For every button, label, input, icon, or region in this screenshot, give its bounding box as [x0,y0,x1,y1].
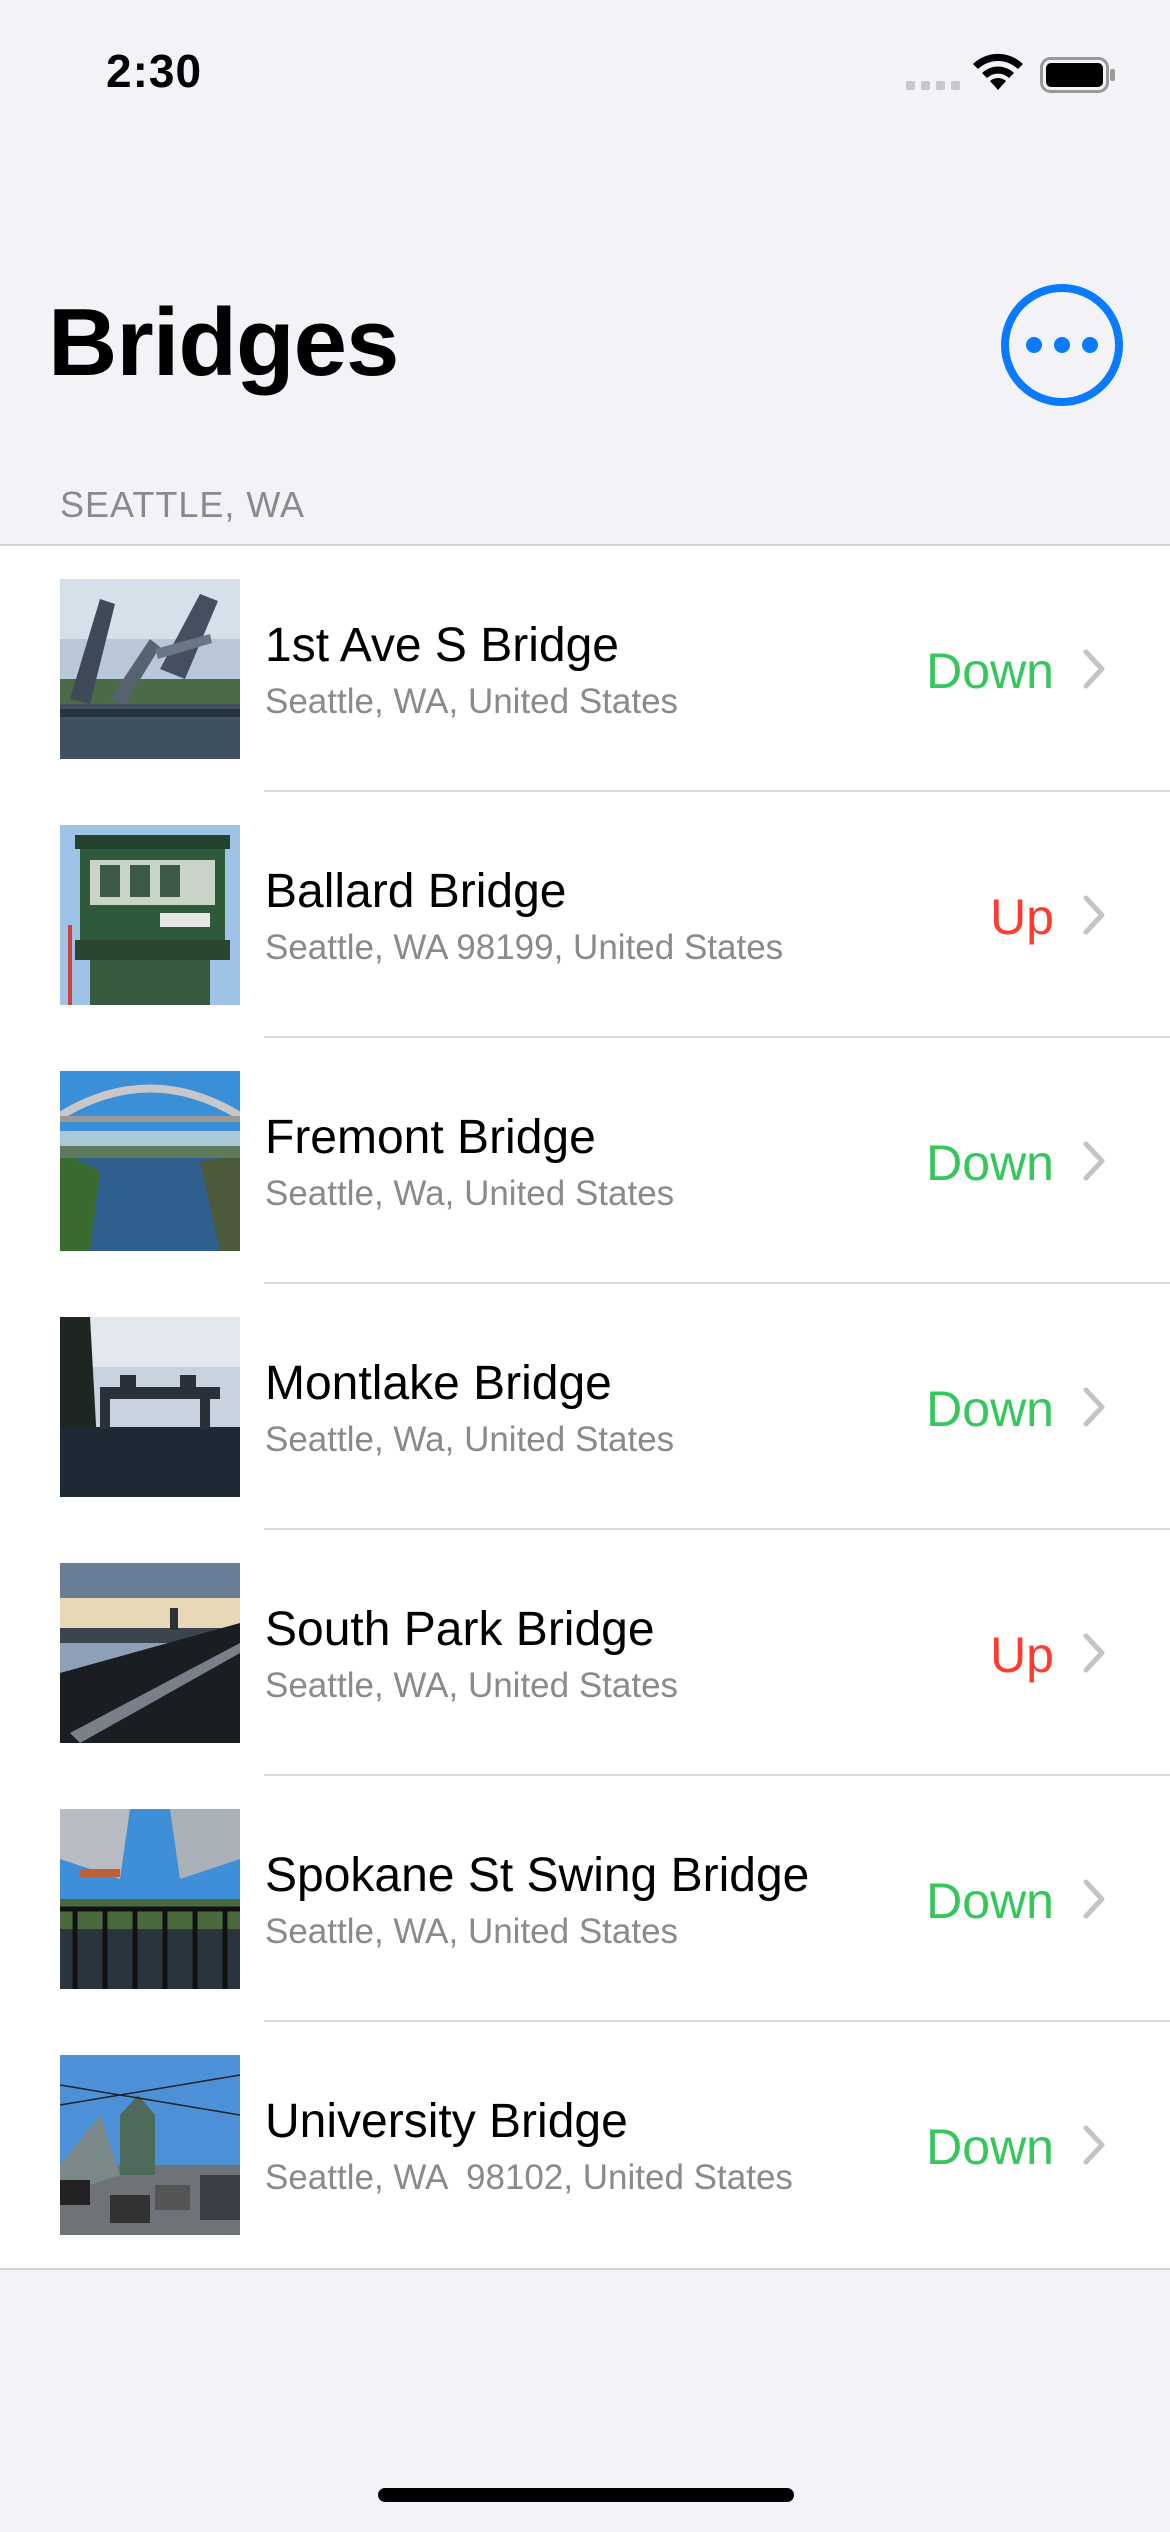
battery-icon [1040,57,1115,93]
bridge-location: Seattle, Wa, United States [265,1174,675,1213]
bridge-thumbnail [60,579,240,759]
bridge-thumbnail [60,2055,240,2235]
section-header: SEATTLE, WA [60,484,306,525]
bridge-row[interactable]: Ballard Bridge Seattle, WA 98199, United… [0,792,1170,1038]
bridge-name: Montlake Bridge [265,1357,612,1410]
bridge-row[interactable]: Montlake Bridge Seattle, Wa, United Stat… [0,1284,1170,1530]
bridge-status: Up [990,1627,1054,1683]
bridge-row[interactable]: University Bridge Seattle, WA 98102, Uni… [0,2022,1170,2268]
chevron-right-icon [1083,1387,1105,1427]
bridge-name: 1st Ave S Bridge [265,619,619,672]
bridge-location: Seattle, WA, United States [265,1912,679,1951]
bridge-list: 1st Ave S Bridge Seattle, WA, United Sta… [0,544,1170,2270]
page-title: Bridges [48,289,399,396]
bridge-status: Down [926,643,1054,699]
bridge-thumbnail [60,1809,240,1989]
bridge-name: Spokane St Swing Bridge [265,1849,810,1902]
bridge-location: Seattle, Wa, United States [265,1420,675,1459]
bridge-row[interactable]: Fremont Bridge Seattle, Wa, United State… [0,1038,1170,1284]
more-options-button[interactable] [1001,284,1123,406]
bridge-location: Seattle, WA 98102, United States [265,2158,793,2197]
bridge-status: Up [990,889,1054,945]
bridge-row[interactable]: Spokane St Swing Bridge Seattle, WA, Uni… [0,1776,1170,2022]
bridge-row[interactable]: South Park Bridge Seattle, WA, United St… [0,1530,1170,1776]
bridge-location: Seattle, WA, United States [265,682,679,721]
ellipsis-dot [1054,337,1070,353]
chevron-right-icon [1083,1633,1105,1673]
bridges-screen: 2:30 Bridges SEATTLE, WA 1st Ave S Bridg… [0,0,1170,2532]
status-time: 2:30 [106,45,203,97]
ellipsis-circle-icon [1026,337,1042,353]
bridge-thumbnail [60,1071,240,1251]
home-indicator[interactable] [378,2488,794,2502]
chevron-right-icon [1083,1879,1105,1919]
cellular-signal-icon [906,81,960,90]
chevron-right-icon [1083,649,1105,689]
chevron-right-icon [1083,895,1105,935]
chevron-right-icon [1083,2125,1105,2165]
bridge-name: Ballard Bridge [265,865,567,918]
bridge-location: Seattle, WA 98199, United States [265,928,784,967]
bridge-name: Fremont Bridge [265,1111,596,1164]
bridge-thumbnail [60,825,240,1005]
bridge-thumbnail [60,1563,240,1743]
bridge-row[interactable]: 1st Ave S Bridge Seattle, WA, United Sta… [0,546,1170,792]
wifi-icon [973,53,1023,90]
bridge-status: Down [926,1135,1054,1191]
bridge-name: University Bridge [265,2095,628,2148]
bridge-status: Down [926,1873,1054,1929]
bridge-status: Down [926,2119,1054,2175]
bridge-status: Down [926,1381,1054,1437]
chevron-right-icon [1083,1141,1105,1181]
ellipsis-dot [1082,337,1098,353]
bridge-thumbnail [60,1317,240,1497]
status-bar: 2:30 [0,0,1170,150]
bridge-name: South Park Bridge [265,1603,655,1656]
bridge-location: Seattle, WA, United States [265,1666,679,1705]
